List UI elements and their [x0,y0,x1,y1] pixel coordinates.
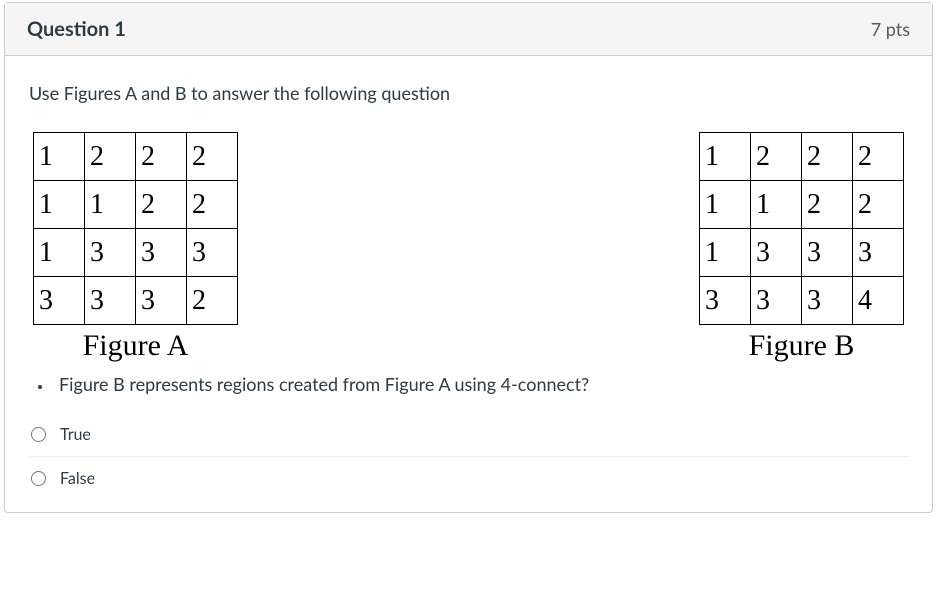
grid-cell: 2 [802,181,853,229]
grid-cell: 2 [853,133,904,181]
figure-b-caption: Figure B [749,329,855,363]
grid-cell: 3 [34,277,85,325]
figure-b-grid: 1 2 2 2 1 1 2 2 1 3 3 3 [699,132,904,325]
grid-cell: 1 [700,133,751,181]
table-row: 1 3 3 3 [700,229,904,277]
grid-cell: 3 [853,229,904,277]
answer-false-radio[interactable] [31,471,46,486]
grid-cell: 3 [700,277,751,325]
table-row: 1 3 3 3 [34,229,238,277]
figure-b-block: 1 2 2 2 1 1 2 2 1 3 3 3 [699,132,904,363]
grid-cell: 3 [751,229,802,277]
grid-cell: 3 [802,277,853,325]
grid-cell: 1 [751,181,802,229]
answer-false-row[interactable]: False [29,457,908,500]
answer-true-radio[interactable] [31,427,46,442]
table-row: 3 3 3 4 [700,277,904,325]
grid-cell: 2 [802,133,853,181]
figure-a-block: 1 2 2 2 1 1 2 2 1 3 3 3 [33,132,238,363]
table-row: 1 2 2 2 [34,133,238,181]
grid-cell: 3 [751,277,802,325]
grid-cell: 3 [802,229,853,277]
answers-block: True False [29,413,908,500]
answer-false-label[interactable]: False [60,469,95,488]
question-points: 7 pts [871,18,910,40]
grid-cell: 2 [187,133,238,181]
figure-a-caption: Figure A [83,329,189,363]
grid-cell: 3 [187,229,238,277]
table-row: 3 3 3 2 [34,277,238,325]
grid-cell: 2 [136,181,187,229]
question-header: Question 1 7 pts [5,3,932,56]
grid-cell: 1 [34,133,85,181]
grid-cell: 3 [136,277,187,325]
grid-cell: 2 [85,133,136,181]
grid-cell: 1 [34,181,85,229]
question-card: Question 1 7 pts Use Figures A and B to … [4,2,933,513]
question-body: Use Figures A and B to answer the follow… [5,56,932,512]
grid-cell: 3 [85,229,136,277]
table-row: 1 2 2 2 [700,133,904,181]
grid-cell: 1 [34,229,85,277]
grid-cell: 1 [85,181,136,229]
grid-cell: 1 [700,229,751,277]
answer-true-label[interactable]: True [60,425,91,444]
table-row: 1 1 2 2 [700,181,904,229]
grid-cell: 2 [136,133,187,181]
instruction-text: Use Figures A and B to answer the follow… [29,82,908,104]
table-row: 1 1 2 2 [34,181,238,229]
answer-true-row[interactable]: True [29,413,908,457]
grid-cell: 2 [187,277,238,325]
grid-cell: 2 [751,133,802,181]
grid-cell: 4 [853,277,904,325]
question-title: Question 1 [27,17,126,41]
grid-cell: 3 [85,277,136,325]
figure-a-grid: 1 2 2 2 1 1 2 2 1 3 3 3 [33,132,238,325]
grid-cell: 1 [700,181,751,229]
grid-cell: 2 [853,181,904,229]
figures-row: 1 2 2 2 1 1 2 2 1 3 3 3 [29,132,908,363]
grid-cell: 3 [136,229,187,277]
grid-cell: 2 [187,181,238,229]
question-bullet: Figure B represents regions created from… [53,373,908,395]
question-bullet-list: Figure B represents regions created from… [33,373,908,395]
